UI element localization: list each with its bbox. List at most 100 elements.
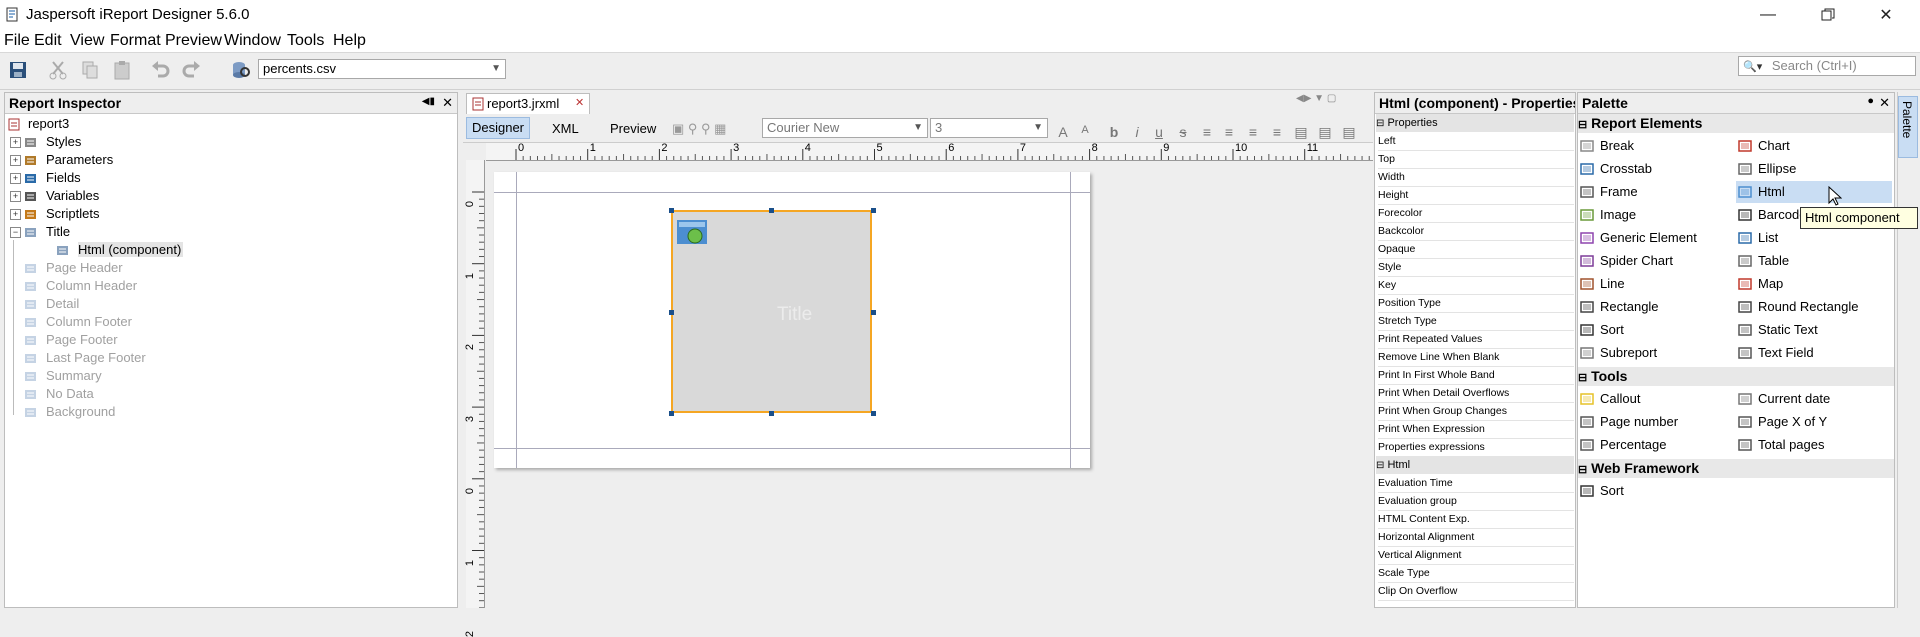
property-row[interactable]: Properties expressions	[1378, 438, 1574, 457]
palette-item[interactable]: Current date	[1736, 388, 1830, 410]
expand-icon[interactable]: +	[10, 191, 21, 202]
tree-node-14[interactable]: No Data	[10, 385, 94, 403]
palette-item[interactable]: Page X of Y	[1736, 411, 1827, 433]
palette-section[interactable]: ⊟ Web Framework	[1578, 459, 1894, 478]
menu-tools[interactable]: Tools	[287, 32, 324, 50]
property-row[interactable]: Horizontal Alignment	[1378, 528, 1574, 547]
property-row[interactable]: Key	[1378, 276, 1574, 295]
close-button[interactable]: ✕	[1858, 0, 1914, 30]
minimize-panel-icon[interactable]: ◀▮	[422, 96, 435, 107]
expand-icon[interactable]: +	[10, 155, 21, 166]
property-row[interactable]: Print When Group Changes	[1378, 402, 1574, 421]
datasource-select[interactable]: percents.csv ▼	[258, 59, 506, 79]
property-row[interactable]: Opaque	[1378, 240, 1574, 259]
palette-item[interactable]: Break	[1578, 135, 1634, 157]
resize-handle[interactable]	[871, 310, 876, 315]
menu-file[interactable]: File	[4, 32, 30, 50]
align-left-icon[interactable]: ≡	[1198, 124, 1216, 140]
palette-item[interactable]: Static Text	[1736, 319, 1818, 341]
palette-item[interactable]: Barcode	[1736, 204, 1806, 226]
tree-root[interactable]: report3	[8, 115, 69, 133]
justify-icon[interactable]: ≡	[1268, 124, 1286, 140]
tab-close-icon[interactable]: ✕	[575, 96, 584, 109]
html-component-element[interactable]: Title	[671, 210, 872, 413]
tab-scroll-icons[interactable]: ◀▶ ▼ ▢	[1296, 93, 1336, 104]
align-middle-icon[interactable]: ▤	[1316, 124, 1334, 141]
palette-item[interactable]: Table	[1736, 250, 1789, 272]
palette-item[interactable]: Generic Element	[1578, 227, 1697, 249]
tree-node-4[interactable]: + Scriptlets	[10, 205, 99, 223]
align-center-icon[interactable]: ≡	[1220, 124, 1238, 140]
expand-icon[interactable]: +	[10, 173, 21, 184]
palette-item[interactable]: Spider Chart	[1578, 250, 1673, 272]
palette-item[interactable]: Text Field	[1736, 342, 1814, 364]
property-row[interactable]: Print In First Whole Band	[1378, 366, 1574, 385]
redo-icon[interactable]	[180, 60, 202, 80]
font-shrink-icon[interactable]: A	[1076, 124, 1094, 136]
menu-edit[interactable]: Edit	[34, 32, 62, 50]
property-row[interactable]: Print Repeated Values	[1378, 330, 1574, 349]
tree-node-11[interactable]: Page Footer	[10, 331, 118, 349]
palette-item[interactable]: Callout	[1578, 388, 1640, 410]
resize-handle[interactable]	[871, 411, 876, 416]
minimize-palette-icon[interactable]: ●	[1867, 95, 1874, 107]
menu-window[interactable]: Window	[224, 32, 281, 50]
palette-item[interactable]: Html	[1736, 181, 1892, 203]
copy-icon[interactable]	[80, 60, 102, 80]
underline-icon[interactable]: u	[1150, 124, 1168, 140]
restore-button[interactable]	[1800, 0, 1856, 30]
tree-node-1[interactable]: + Parameters	[10, 151, 113, 169]
property-row[interactable]: Clip On Overflow	[1378, 582, 1574, 601]
expand-icon[interactable]: +	[10, 137, 21, 148]
tree-node-3[interactable]: + Variables	[10, 187, 99, 205]
palette-item[interactable]: Rectangle	[1578, 296, 1659, 318]
palette-item[interactable]: Page number	[1578, 411, 1678, 433]
strikethrough-icon[interactable]: s	[1174, 124, 1192, 140]
palette-item[interactable]: Percentage	[1578, 434, 1667, 456]
tree-node-15[interactable]: Background	[10, 403, 115, 421]
minimize-button[interactable]: —	[1740, 0, 1796, 30]
align-right-icon[interactable]: ≡	[1244, 124, 1262, 140]
palette-item[interactable]: Round Rectangle	[1736, 296, 1858, 318]
property-row[interactable]: Width	[1378, 168, 1574, 187]
palette-section[interactable]: ⊟ Report Elements	[1578, 114, 1894, 133]
palette-item[interactable]: Frame	[1578, 181, 1638, 203]
font-select[interactable]: Courier New ▼	[762, 118, 928, 138]
close-palette-icon[interactable]: ✕	[1879, 95, 1890, 111]
property-row[interactable]: Height	[1378, 186, 1574, 205]
properties-section[interactable]: ⊟ Properties	[1376, 114, 1574, 132]
close-panel-icon[interactable]: ✕	[442, 95, 453, 111]
tab-preview[interactable]: Preview	[610, 121, 656, 136]
palette-item[interactable]: Image	[1578, 204, 1636, 226]
menu-preview[interactable]: Preview	[165, 32, 222, 50]
property-row[interactable]: Stretch Type	[1378, 312, 1574, 331]
menu-help[interactable]: Help	[333, 32, 366, 50]
resize-handle[interactable]	[871, 208, 876, 213]
property-row[interactable]: Top	[1378, 150, 1574, 169]
palette-item[interactable]: Sort	[1578, 480, 1624, 502]
tree-node-9[interactable]: Detail	[10, 295, 79, 313]
palette-item[interactable]: Line	[1578, 273, 1625, 295]
palette-item[interactable]: List	[1736, 227, 1778, 249]
palette-item[interactable]: Map	[1736, 273, 1783, 295]
size-select[interactable]: 3 ▼	[930, 118, 1048, 138]
property-row[interactable]: Forecolor	[1378, 204, 1574, 223]
resize-handle[interactable]	[769, 208, 774, 213]
collapse-icon[interactable]: −	[10, 227, 21, 238]
palette-item[interactable]: Ellipse	[1736, 158, 1796, 180]
property-row[interactable]: Evaluation Time	[1378, 474, 1574, 493]
property-row[interactable]: Print When Expression	[1378, 420, 1574, 439]
datasource-icon[interactable]	[230, 60, 252, 80]
property-row[interactable]: Scale Type	[1378, 564, 1574, 583]
tree-node-7[interactable]: Page Header	[10, 259, 123, 277]
search-input[interactable]: 🔍▾ Search (Ctrl+I)	[1738, 56, 1916, 76]
menu-format[interactable]: Format	[110, 32, 161, 50]
property-row[interactable]: Backcolor	[1378, 222, 1574, 241]
property-row[interactable]: Style	[1378, 258, 1574, 277]
menu-view[interactable]: View	[70, 32, 104, 50]
tab-designer[interactable]: Designer	[466, 117, 530, 139]
property-row[interactable]: Print When Detail Overflows	[1378, 384, 1574, 403]
html-section[interactable]: ⊟ Html	[1376, 456, 1574, 474]
tree-node-8[interactable]: Column Header	[10, 277, 137, 295]
tree-node-5[interactable]: − Title	[10, 223, 70, 241]
